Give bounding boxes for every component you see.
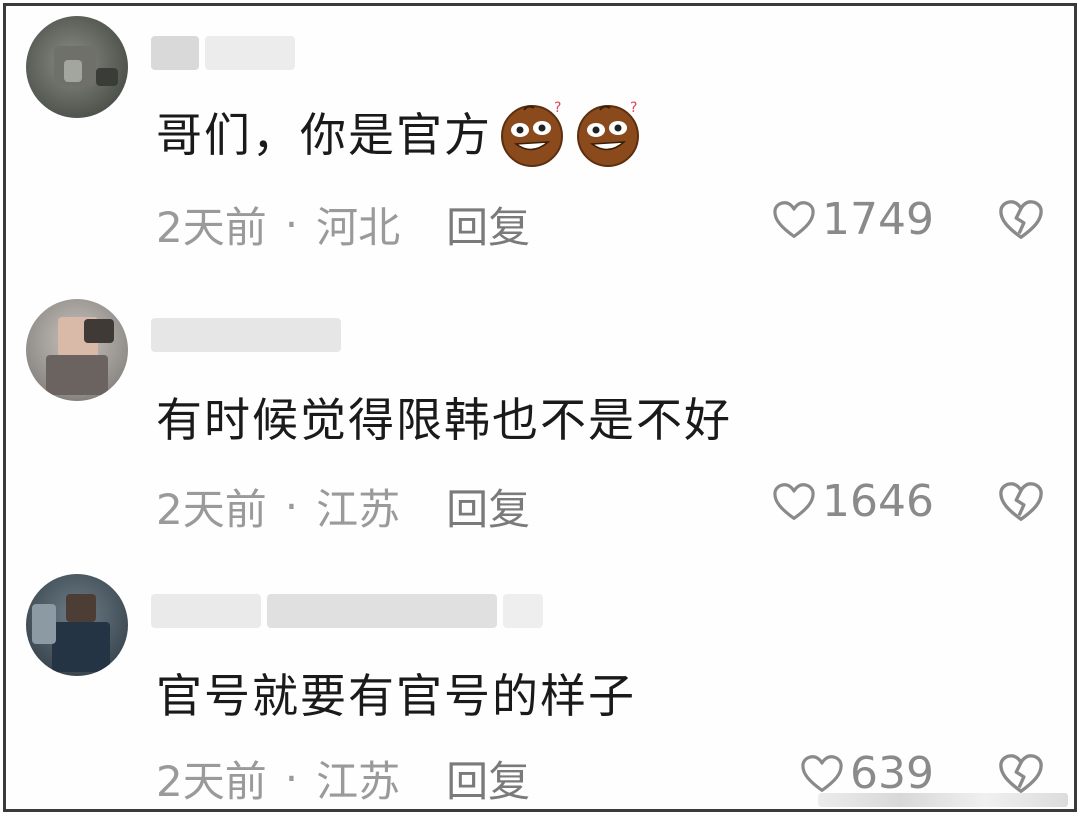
like-button[interactable]: 1646 xyxy=(772,476,934,527)
like-count: 1646 xyxy=(822,476,934,527)
watermark xyxy=(818,793,1068,807)
comment-text-content: 官号就要有官号的样子 xyxy=(156,669,636,723)
comment-text: 官号就要有官号的样子 xyxy=(156,660,636,726)
like-count: 1749 xyxy=(822,194,934,245)
thinking-face-emoji-icon: ? xyxy=(501,100,563,167)
comment-location: 江苏 xyxy=(316,757,401,806)
heart-outline-icon xyxy=(801,754,843,792)
comment-list: 哥们，你是官方 ? ? 2天前 · 河北 回复 1749 有时候觉得限韩也不是不… xyxy=(3,3,1077,812)
broken-heart-icon[interactable] xyxy=(998,198,1044,242)
comment-meta: 2天前 · 河北 回复 xyxy=(156,194,530,255)
like-button[interactable]: 639 xyxy=(800,748,934,799)
comment-time: 2天前 xyxy=(156,757,267,806)
username-blurred[interactable] xyxy=(151,316,341,354)
comment-meta: 2天前 · 江苏 回复 xyxy=(156,476,530,537)
thinking-face-emoji-icon: ? xyxy=(577,100,639,167)
comment-item: 官号就要有官号的样子 2天前 · 江苏 回复 639 xyxy=(6,566,1074,809)
comment-item: 有时候觉得限韩也不是不好 2天前 · 江苏 回复 1646 xyxy=(6,286,1074,556)
comment-meta: 2天前 · 江苏 回复 xyxy=(156,748,530,809)
heart-outline-icon xyxy=(773,200,815,238)
comment-text-content: 哥们，你是官方 xyxy=(156,108,492,162)
broken-heart-icon[interactable] xyxy=(998,480,1044,524)
svg-text:?: ? xyxy=(554,100,563,116)
meta-separator: · xyxy=(284,200,299,249)
username-blurred[interactable] xyxy=(151,34,295,72)
like-count: 639 xyxy=(850,748,934,799)
broken-heart-icon[interactable] xyxy=(998,752,1044,796)
reply-button[interactable]: 回复 xyxy=(446,194,530,255)
reply-button[interactable]: 回复 xyxy=(446,748,530,809)
heart-outline-icon xyxy=(773,482,815,520)
svg-text:?: ? xyxy=(630,100,639,116)
meta-separator: · xyxy=(284,754,299,803)
reply-button[interactable]: 回复 xyxy=(446,476,530,537)
avatar[interactable] xyxy=(26,299,128,401)
avatar[interactable] xyxy=(26,16,128,118)
comment-location: 江苏 xyxy=(316,485,401,534)
like-button[interactable]: 1749 xyxy=(772,194,934,245)
username-blurred[interactable] xyxy=(151,592,543,630)
comment-time: 2天前 xyxy=(156,203,267,252)
comment-location: 河北 xyxy=(316,203,401,252)
meta-separator: · xyxy=(284,482,299,531)
comment-item: 哥们，你是官方 ? ? 2天前 · 河北 回复 1749 xyxy=(6,6,1074,276)
avatar[interactable] xyxy=(26,574,128,676)
comment-text: 哥们，你是官方 ? ? xyxy=(156,96,644,168)
comment-text-content: 有时候觉得限韩也不是不好 xyxy=(156,393,732,447)
comment-time: 2天前 xyxy=(156,485,267,534)
comment-text: 有时候觉得限韩也不是不好 xyxy=(156,384,732,450)
